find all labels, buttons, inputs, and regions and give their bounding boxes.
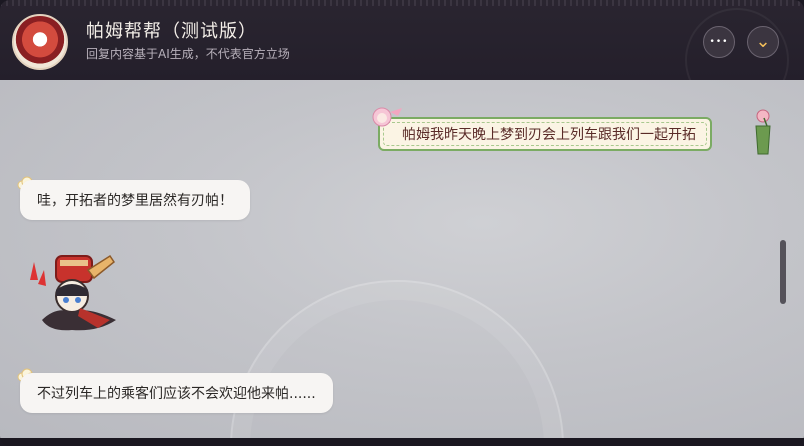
chevron-down-icon: ⌄ <box>755 31 771 52</box>
bot-message: 哇，开拓者的梦里居然有刃帕！ <box>20 180 250 220</box>
chat-title: 帕姆帮帮（测试版） <box>86 21 257 42</box>
pom-pom-sticker <box>30 254 116 331</box>
collapse-button[interactable]: ⌄ <box>747 26 779 58</box>
more-button[interactable]: ••• <box>703 26 735 58</box>
pom-pom-avatar <box>12 14 68 70</box>
user-message: 帕姆我昨天晚上梦到刃会上列车跟我们一起开拓 <box>378 117 712 151</box>
header: 帕姆帮帮（测试版） 回复内容基于AI生成，不代表官方立场 ••• ⌄ <box>0 0 804 112</box>
bot-message-text: 哇，开拓者的梦里居然有刃帕！ <box>37 193 233 209</box>
user-message-text: 帕姆我昨天晚上梦到刃会上列车跟我们一起开拓 <box>402 127 696 143</box>
bot-message: 不过列车上的乘客们应该不会欢迎他来帕...... <box>20 373 333 413</box>
bot-message-text: 不过列车上的乘客们应该不会欢迎他来帕...... <box>37 386 316 402</box>
drink-cup-icon <box>755 109 771 155</box>
chat-window: 帕姆帮帮（测试版） 回复内容基于AI生成，不代表官方立场 ••• ⌄ 帕姆我昨天… <box>0 0 804 446</box>
sticker-girl-icon <box>372 107 402 127</box>
more-icon: ••• <box>709 37 729 47</box>
scrollbar[interactable] <box>780 240 786 304</box>
footer-bar <box>0 438 804 446</box>
chat-subtitle: 回复内容基于AI生成，不代表官方立场 <box>86 47 290 61</box>
